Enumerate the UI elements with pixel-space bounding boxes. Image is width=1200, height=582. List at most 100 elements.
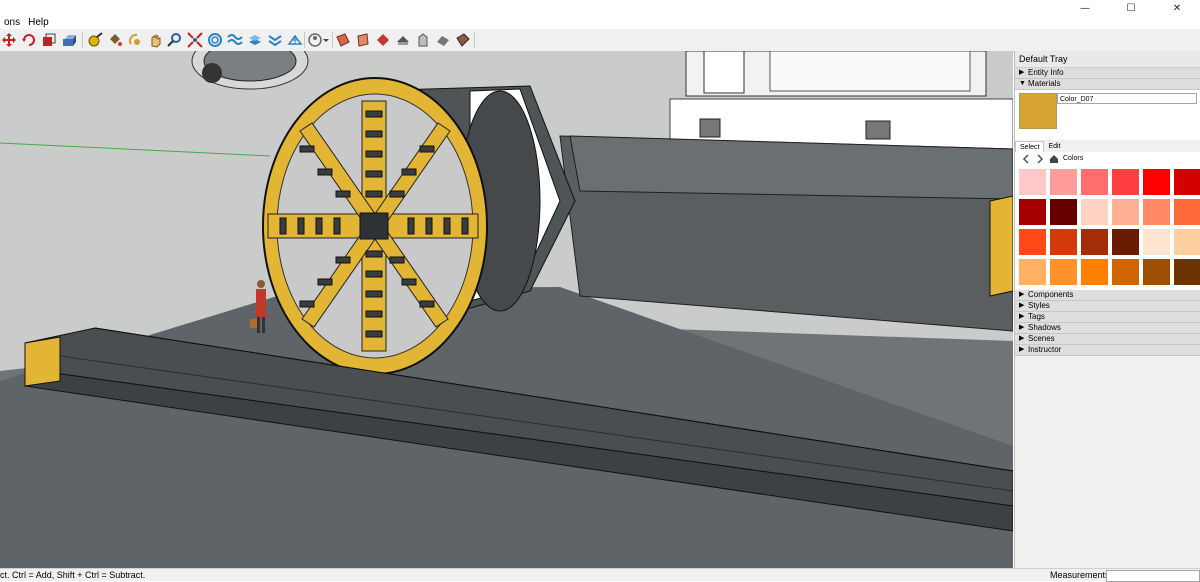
material-swatch-grid	[1015, 165, 1200, 290]
maximize-button[interactable]: ☐	[1108, 0, 1154, 18]
material-swatch[interactable]	[1018, 258, 1047, 286]
panel-label: Scenes	[1028, 334, 1055, 343]
material-preview-area: Color_D07	[1015, 90, 1200, 140]
menu-help[interactable]: Help	[24, 16, 53, 30]
expand-arrow-icon: ▶	[1019, 335, 1025, 342]
panel-label: Instructor	[1028, 345, 1062, 354]
close-button[interactable]: ✕	[1154, 0, 1200, 18]
materials-tabs: Select Edit	[1015, 141, 1200, 152]
window-controls: — ☐ ✕	[1062, 0, 1200, 18]
section-fill-icon[interactable]	[394, 31, 412, 49]
panel-label: Materials	[1028, 79, 1061, 88]
materials-sample-icon[interactable]	[414, 31, 432, 49]
sandbox-smoove-icon[interactable]	[226, 31, 244, 49]
pan-icon[interactable]	[146, 31, 164, 49]
material-swatch[interactable]	[1173, 198, 1200, 226]
panel-label: Tags	[1028, 312, 1045, 321]
panel-label: Entity Info	[1028, 68, 1064, 77]
measurements-label: Measurements	[1050, 570, 1110, 580]
expand-arrow-icon: ▶	[1019, 69, 1025, 76]
material-swatch[interactable]	[1049, 258, 1078, 286]
chevron-down-icon[interactable]	[322, 31, 330, 49]
home-icon[interactable]	[1049, 154, 1059, 164]
material-swatch[interactable]	[1049, 228, 1078, 256]
panel-label: Styles	[1028, 301, 1050, 310]
minimize-button[interactable]: —	[1062, 0, 1108, 18]
material-swatch[interactable]	[1049, 168, 1078, 196]
tab-select[interactable]: Select	[1015, 141, 1045, 152]
orbit-icon[interactable]	[126, 31, 144, 49]
main-toolbar	[0, 29, 1200, 52]
collapse-arrow-icon: ▼	[1019, 80, 1026, 87]
scale-tool-icon[interactable]	[40, 31, 58, 49]
model-viewport[interactable]	[0, 51, 1013, 568]
sandbox-stamp-icon[interactable]	[246, 31, 264, 49]
panel-tags[interactable]: ▶ Tags	[1015, 312, 1200, 323]
material-swatch[interactable]	[1111, 168, 1140, 196]
measurements-input[interactable]	[1106, 570, 1200, 582]
material-swatch[interactable]	[1142, 168, 1171, 196]
title-bar: — ☐ ✕	[0, 0, 1200, 18]
status-hint: ct. Ctrl = Add, Shift + Ctrl = Subtract.	[0, 570, 146, 580]
current-material-swatch[interactable]	[1019, 93, 1057, 129]
status-bar: ct. Ctrl = Add, Shift + Ctrl = Subtract.…	[0, 568, 1200, 582]
collection-label[interactable]: Colors	[1063, 155, 1083, 162]
display-section-cuts-icon[interactable]	[374, 31, 392, 49]
panel-shadows[interactable]: ▶ Shadows	[1015, 323, 1200, 334]
paint-bucket-icon[interactable]	[106, 31, 124, 49]
material-swatch[interactable]	[1142, 258, 1171, 286]
pushpull-tool-icon[interactable]	[60, 31, 78, 49]
material-swatch[interactable]	[1173, 228, 1200, 256]
close-icon: ✕	[1172, 3, 1182, 14]
material-swatch[interactable]	[1173, 168, 1200, 196]
material-swatch[interactable]	[1018, 228, 1047, 256]
panel-components[interactable]: ▶ Components	[1015, 290, 1200, 301]
panel-label: Shadows	[1028, 323, 1061, 332]
menu-extensions[interactable]: ons	[0, 16, 24, 30]
zoom-extents-icon[interactable]	[186, 31, 204, 49]
section-plane-icon[interactable]	[334, 31, 352, 49]
section-edit-icon[interactable]	[454, 31, 472, 49]
expand-arrow-icon: ▶	[1019, 346, 1025, 353]
material-swatch[interactable]	[1080, 198, 1109, 226]
expand-arrow-icon: ▶	[1019, 313, 1025, 320]
sandbox-from-contours-icon[interactable]	[206, 31, 224, 49]
material-swatch[interactable]	[1080, 258, 1109, 286]
materials-nav-row: Colors	[1015, 152, 1200, 165]
expand-arrow-icon: ▶	[1019, 291, 1025, 298]
panel-label: Components	[1028, 290, 1074, 299]
move-tool-icon[interactable]	[0, 31, 18, 49]
material-swatch[interactable]	[1018, 198, 1047, 226]
material-swatch[interactable]	[1111, 198, 1140, 226]
style-sample-icon[interactable]	[434, 31, 452, 49]
forward-arrow-icon[interactable]	[1035, 153, 1045, 164]
menu-bar: ons Help	[0, 16, 53, 30]
panel-materials[interactable]: ▼ Materials	[1015, 79, 1200, 90]
material-swatch[interactable]	[1142, 198, 1171, 226]
material-swatch[interactable]	[1142, 228, 1171, 256]
tab-edit[interactable]: Edit	[1044, 141, 1064, 152]
material-swatch[interactable]	[1080, 168, 1109, 196]
panel-scenes[interactable]: ▶ Scenes	[1015, 334, 1200, 345]
default-tray: Default Tray ▶ Entity Info ▼ Materials Col…	[1014, 51, 1200, 568]
material-swatch[interactable]	[1111, 258, 1140, 286]
panel-styles[interactable]: ▶ Styles	[1015, 301, 1200, 312]
expand-arrow-icon: ▶	[1019, 324, 1025, 331]
material-name-field[interactable]: Color_D07	[1057, 93, 1197, 104]
sandbox-add-detail-icon[interactable]	[286, 31, 304, 49]
display-section-planes-icon[interactable]	[354, 31, 372, 49]
expand-arrow-icon: ▶	[1019, 302, 1025, 309]
back-arrow-icon[interactable]	[1021, 153, 1031, 164]
tray-title: Default Tray	[1015, 51, 1200, 68]
sandbox-drape-icon[interactable]	[266, 31, 284, 49]
panel-entity-info[interactable]: ▶ Entity Info	[1015, 68, 1200, 79]
zoom-icon[interactable]	[166, 31, 184, 49]
rotate-tool-icon[interactable]	[20, 31, 38, 49]
material-swatch[interactable]	[1173, 258, 1200, 286]
material-swatch[interactable]	[1049, 198, 1078, 226]
tape-measure-icon[interactable]	[86, 31, 104, 49]
panel-instructor[interactable]: ▶ Instructor	[1015, 345, 1200, 356]
material-swatch[interactable]	[1080, 228, 1109, 256]
material-swatch[interactable]	[1018, 168, 1047, 196]
material-swatch[interactable]	[1111, 228, 1140, 256]
